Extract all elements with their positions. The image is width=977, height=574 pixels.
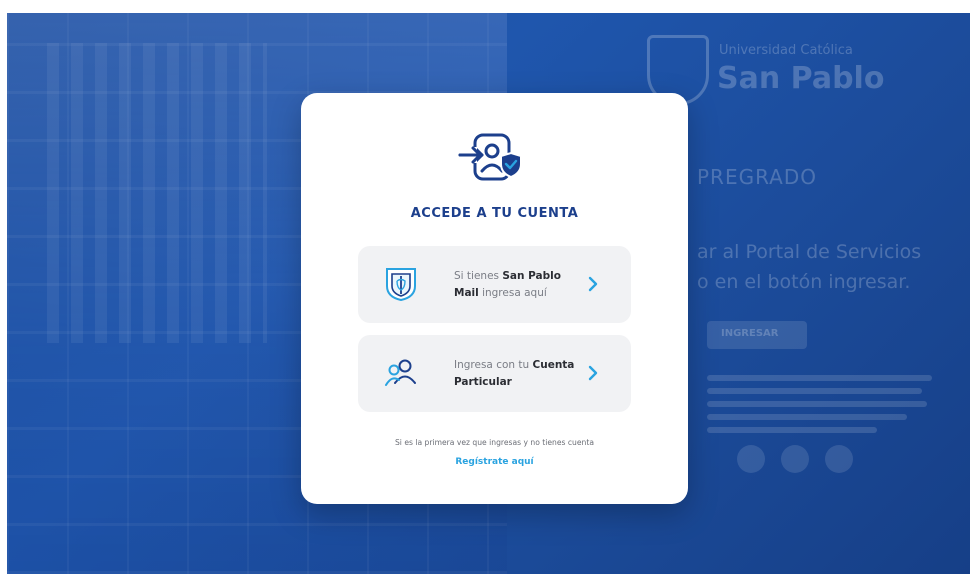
- background-portal-line1: ar al Portal de Servicios: [697, 241, 922, 263]
- background-pregrado: PREGRADO: [697, 165, 818, 189]
- background-social-icon: [737, 445, 765, 473]
- option-text-suffix: ingresa aquí: [478, 287, 547, 299]
- option-text-prefix: Si tienes: [454, 270, 503, 282]
- option-text-prefix: Ingresa con tu: [454, 359, 533, 371]
- chevron-right-icon: [588, 276, 598, 292]
- background-university-small: Universidad Católica: [719, 43, 853, 58]
- background-university-name: San Pablo: [717, 61, 885, 96]
- background-ingresar-label: INGRESAR: [721, 328, 779, 339]
- user-login-shield-icon: [458, 133, 522, 181]
- background-text-lines: [707, 375, 937, 440]
- personal-account-option-text: Ingresa con tu Cuenta Particular: [454, 357, 584, 391]
- background-social-icon: [781, 445, 809, 473]
- modal-title: ACCEDE A TU CUENTA: [410, 206, 579, 221]
- san-pablo-mail-login-option[interactable]: Si tienes San Pablo Mail ingresa aquí: [358, 246, 631, 323]
- personal-account-login-option[interactable]: Ingresa con tu Cuenta Particular: [358, 335, 631, 412]
- first-time-text: Si es la primera vez que ingresas y no t…: [394, 438, 594, 447]
- chevron-right-icon: [588, 365, 598, 381]
- background-ingresar-button: INGRESAR: [707, 321, 807, 349]
- san-pablo-mail-option-text: Si tienes San Pablo Mail ingresa aquí: [454, 268, 584, 302]
- background-social-icon: [825, 445, 853, 473]
- background-social-icons: [737, 445, 853, 473]
- login-modal: ACCEDE A TU CUENTA Si tienes San Pablo M…: [301, 93, 688, 504]
- register-link[interactable]: Regístrate aquí: [301, 457, 688, 467]
- san-pablo-shield-icon: [386, 268, 416, 302]
- users-icon: [385, 359, 416, 386]
- background-portal-line2: o en el botón ingresar.: [697, 271, 911, 293]
